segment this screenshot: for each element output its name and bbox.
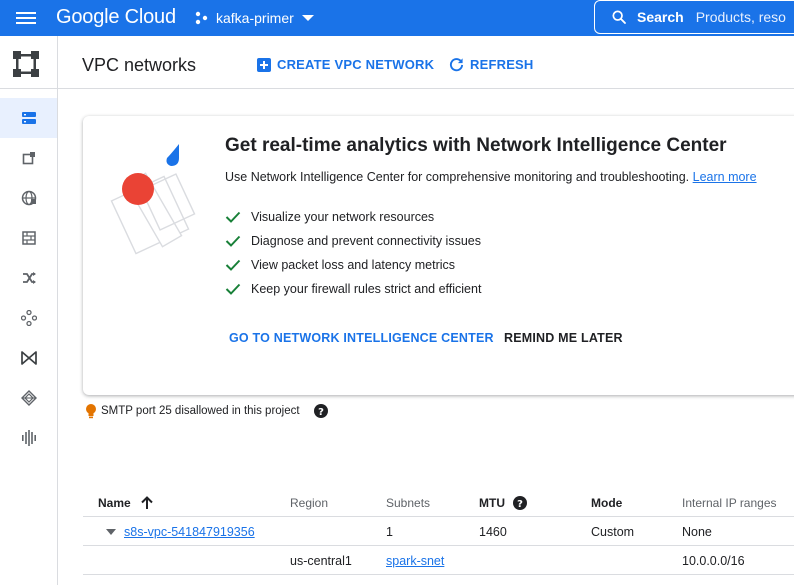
vpc-networks-table: Name Region Subnets MTU ? Mode Internal … [83,488,794,575]
nav-packet-mirroring[interactable] [0,418,57,458]
column-header-internal-ip[interactable]: Internal IP ranges [682,488,777,517]
external-ip-icon [22,152,35,165]
page-title: VPC networks [82,55,197,75]
firewall-icon [21,231,36,245]
column-header-region[interactable]: Region [290,488,328,517]
feature-item: Diagnose and prevent connectivity issues [225,229,481,253]
vpc-list-icon [21,112,36,124]
smtp-notice: SMTP port 25 disallowed in this project … [85,403,328,419]
peering-nodes-icon [20,310,37,326]
nav-vpc-networks[interactable] [0,98,57,138]
svg-text:?: ? [318,407,324,418]
project-selector[interactable]: kafka-primer [194,8,314,28]
nav-shared-vpc[interactable] [0,338,57,378]
column-header-mode[interactable]: Mode [591,488,622,517]
help-icon[interactable]: ? [313,404,328,418]
feature-text: View packet loss and latency metrics [251,258,456,272]
promo-feature-list: Visualize your network resources Diagnos… [225,205,481,301]
packet-mirroring-icon [21,430,36,446]
serverless-connector-icon [20,390,37,406]
learn-more-link[interactable]: Learn more [693,170,757,184]
subnet-name-link[interactable]: spark-snet [386,554,444,568]
feature-item: View packet loss and latency metrics [225,253,481,277]
refresh-label: REFRESH [470,57,534,72]
check-icon [225,235,241,247]
page-header: VPC networks CREATE VPC NETWORK REFRESH [58,36,794,89]
search-label: Search [637,9,684,25]
check-icon [225,259,241,271]
top-bar: Google Cloud kafka-primer Search Product… [0,0,794,36]
row-name-cell: s8s-vpc-541847919356 [106,517,255,546]
rail-divider [0,88,57,89]
row-subnets-cell: 1 [386,524,393,539]
left-nav-rail [0,36,58,585]
refresh-icon [449,58,464,72]
nav-network-globe[interactable] [0,178,57,218]
project-dots-icon [195,11,208,25]
nav-routes[interactable] [0,258,57,298]
column-header-name-label: Name [98,495,131,510]
promo-description-text: Use Network Intelligence Center for comp… [225,170,690,184]
feature-text: Diagnose and prevent connectivity issues [251,234,481,248]
network-intelligence-promo-card: Get real-time analytics with Network Int… [83,116,794,395]
row-region-cell: us-central1 [290,553,352,568]
table-row: s8s-vpc-541847919356 1 1460 Custom None [83,517,794,546]
column-header-mtu-label: MTU [479,495,505,510]
project-name: kafka-primer [216,10,294,26]
nav-serverless-access[interactable] [0,378,57,418]
smtp-notice-text: SMTP port 25 disallowed in this project [101,405,300,417]
search-icon [612,10,626,24]
go-to-network-intelligence-button[interactable]: GO TO NETWORK INTELLIGENCE CENTER [229,331,494,345]
sort-arrow-up-icon[interactable] [140,495,153,510]
add-box-icon [257,57,271,72]
check-icon [225,283,241,295]
promo-description: Use Network Intelligence Center for comp… [225,170,757,184]
search-input[interactable]: Search Products, reso [594,0,794,34]
create-vpc-network-button[interactable]: CREATE VPC NETWORK [257,57,434,72]
search-placeholder: Products, reso [695,9,786,25]
row-internal-ip-cell: None [682,524,712,539]
create-vpc-network-label: CREATE VPC NETWORK [277,57,435,72]
network-name-link[interactable]: s8s-vpc-541847919356 [124,525,255,539]
expand-row-toggle-icon[interactable] [106,528,116,535]
routes-shuffle-icon [22,272,36,284]
nav-vpc-peering[interactable] [0,298,57,338]
row-subnets-cell: spark-snet [386,546,444,575]
svg-text:?: ? [517,498,523,509]
refresh-button[interactable]: REFRESH [449,57,534,72]
feature-item: Keep your firewall rules strict and effi… [225,277,481,301]
lightbulb-icon [86,404,96,419]
help-icon[interactable]: ? [513,495,527,510]
table-row: us-central1 spark-snet 10.0.0.0/16 [83,546,794,575]
globe-icon [21,190,36,206]
nav-firewall[interactable] [0,218,57,258]
check-icon [225,211,241,223]
google-cloud-logo[interactable]: Google Cloud [56,6,176,29]
feature-text: Visualize your network resources [251,210,435,224]
feature-text: Keep your firewall rules strict and effi… [251,282,482,296]
row-internal-ip-cell: 10.0.0.0/16 [682,553,745,568]
table-header-row: Name Region Subnets MTU ? Mode Internal … [83,488,794,517]
main-menu-button[interactable] [14,9,38,27]
chevron-down-icon [301,15,314,21]
column-header-name[interactable]: Name [98,488,153,517]
column-header-subnets[interactable]: Subnets [386,488,430,517]
nav-ip-addresses[interactable] [0,138,57,178]
feature-item: Visualize your network resources [225,205,481,229]
promo-title: Get real-time analytics with Network Int… [225,135,727,156]
vpc-network-product-icon[interactable] [12,50,40,78]
shared-vpc-icon [20,351,37,365]
row-mode-cell: Custom [591,524,635,539]
remind-me-later-button[interactable]: REMIND ME LATER [504,331,623,345]
column-header-mtu[interactable]: MTU ? [479,488,527,517]
row-mtu-cell: 1460 [479,524,507,539]
network-intelligence-illustration [110,144,196,255]
